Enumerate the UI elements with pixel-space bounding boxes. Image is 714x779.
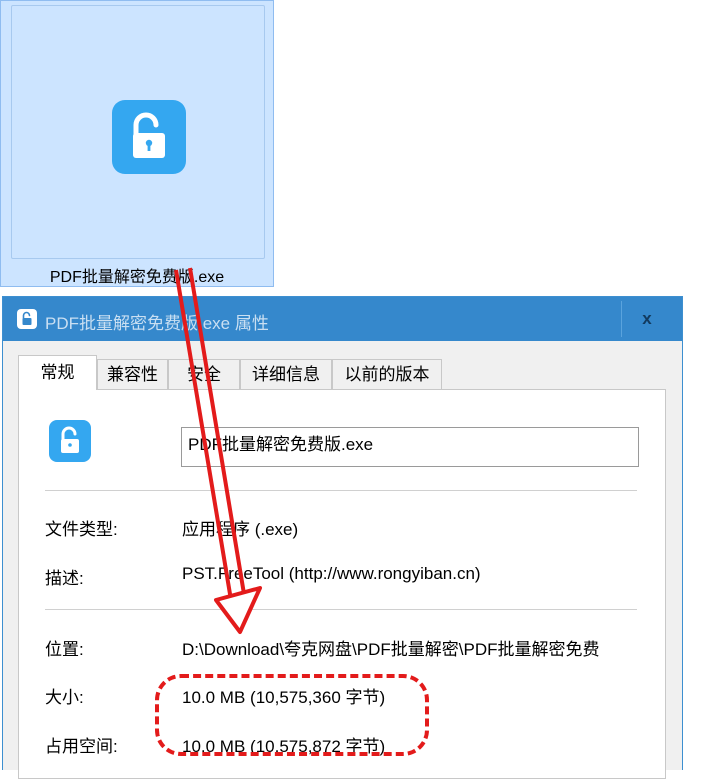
divider — [45, 609, 637, 610]
tab-security[interactable]: 安全 — [168, 359, 240, 389]
close-icon: x — [642, 309, 652, 328]
location-value: D:\Download\夸克网盘\PDF批量解密\PDF批量解密免费 — [182, 640, 600, 659]
description-label: 描述: — [45, 569, 84, 588]
size-on-disk-label: 占用空间: — [45, 737, 118, 756]
size-label: 大小: — [45, 688, 84, 707]
file-type-value: 应用程序 (.exe) — [182, 520, 299, 539]
size-highlight-oval — [155, 674, 429, 756]
unlocked-padlock-icon — [49, 420, 91, 462]
unlocked-padlock-icon — [17, 309, 37, 329]
file-name-field[interactable]: PDF批量解密免费版.exe — [181, 427, 639, 467]
tab-compatibility[interactable]: 兼容性 — [97, 359, 168, 389]
file-thumbnail — [11, 5, 265, 259]
location-label: 位置: — [45, 640, 84, 659]
tab-previous-versions[interactable]: 以前的版本 — [332, 359, 442, 389]
description-value: PST.FreeTool (http://www.rongyiban.cn) — [182, 564, 481, 583]
tab-details[interactable]: 详细信息 — [240, 359, 332, 389]
file-type-label: 文件类型: — [45, 520, 118, 539]
unlocked-padlock-icon — [112, 100, 186, 174]
divider — [45, 490, 637, 491]
window-title: PDF批量解密免费版.exe 属性 — [45, 314, 269, 333]
desktop-file-item[interactable]: PDF批量解密免费版.exe — [0, 0, 274, 287]
close-button[interactable]: x — [621, 301, 672, 337]
title-bar[interactable]: PDF批量解密免费版.exe 属性 x — [3, 297, 682, 341]
file-name-label: PDF批量解密免费版.exe — [49, 269, 225, 286]
tab-general[interactable]: 常规 — [18, 355, 97, 390]
